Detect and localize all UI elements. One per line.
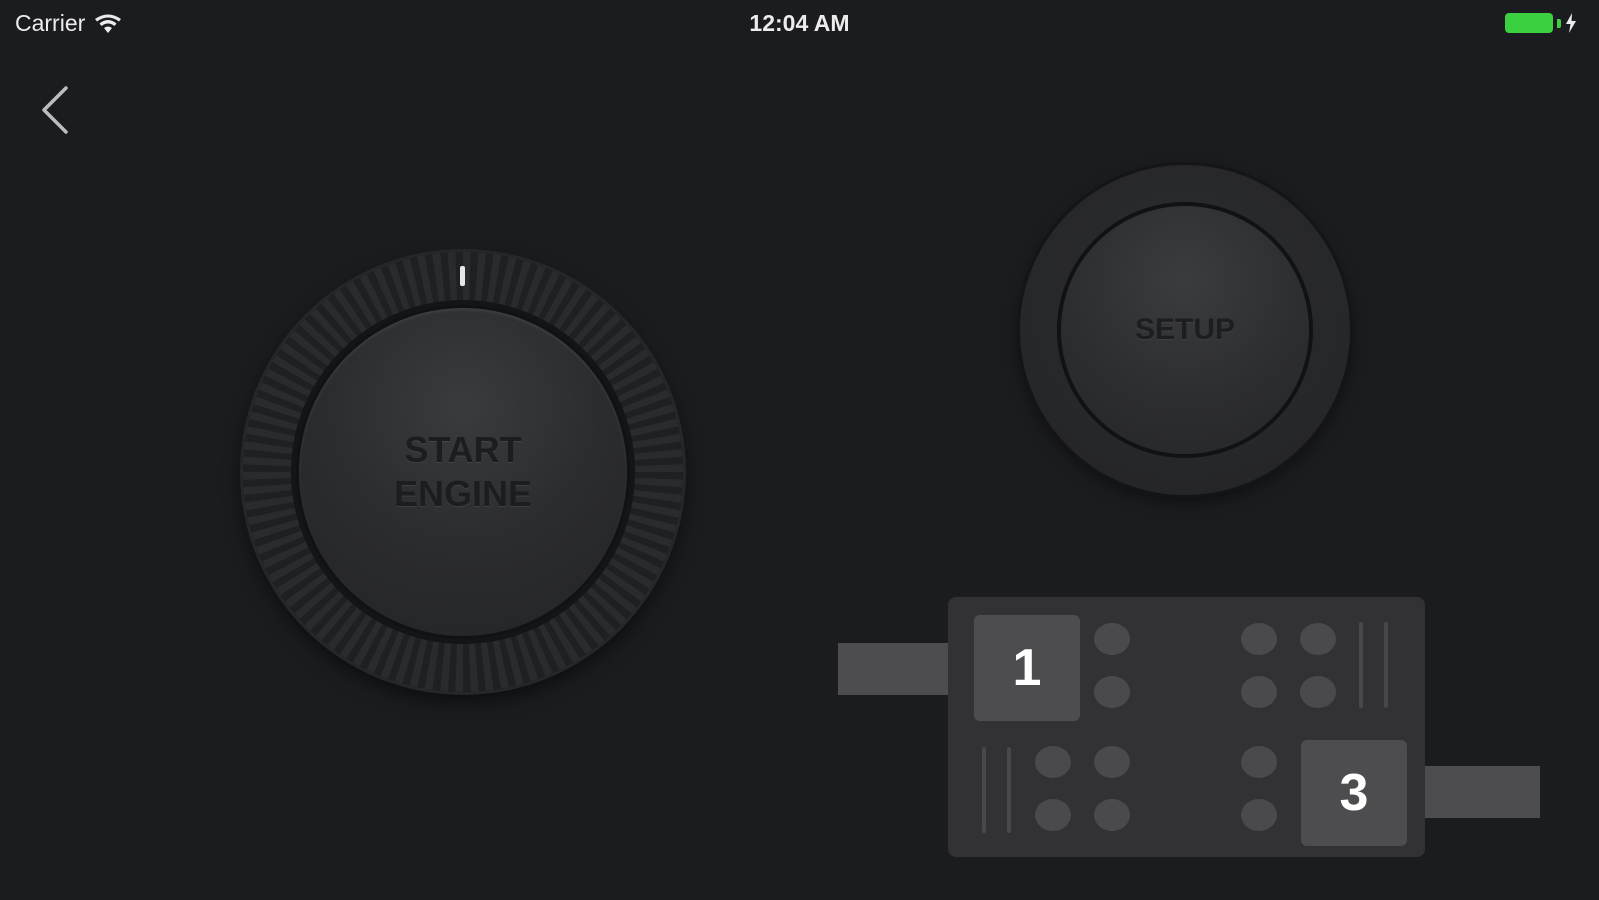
start-engine-button[interactable]: START ENGINE [299,308,627,636]
gear-dot [1035,746,1071,778]
battery-icon [1505,13,1553,33]
gear-dot [1241,676,1277,708]
charging-bolt-icon [1566,13,1576,33]
dial-indicator-mark [460,266,465,286]
gear-dot [1094,746,1130,778]
gear-line [982,747,986,833]
battery-indicator [1505,13,1577,33]
setup-label: SETUP [1134,313,1236,346]
status-time: 12:04 AM [749,10,850,36]
battery-tip [1557,18,1561,28]
back-button[interactable] [30,80,80,140]
gear-dot [1300,623,1336,655]
setup-ring: SETUP [1020,165,1350,495]
gear-dot [1094,676,1130,708]
gear-line [1384,622,1388,708]
start-label-line2: ENGINE [393,473,533,514]
gear-dot [1241,746,1277,778]
gear-dot [1241,799,1277,831]
app-screen: Carrier 12:04 AM START ENGINE SETUP 1 3 [0,0,1599,900]
setup-button[interactable]: SETUP [1061,206,1309,454]
gear-dot [1300,676,1336,708]
gear-dot [1241,623,1277,655]
gear-dot [1035,799,1071,831]
gear-3-label: 3 [1339,764,1369,822]
engine-dial[interactable]: START ENGINE [243,252,683,692]
gear-1-button[interactable]: 1 [974,615,1080,721]
gear-line [1359,622,1363,708]
gear-3-button[interactable]: 3 [1301,740,1407,846]
gear-1-label: 1 [1012,639,1042,697]
gear-line [1007,747,1011,833]
start-label-line1: START [404,429,522,470]
gear-dot [1094,623,1130,655]
gear-dot [1094,799,1130,831]
chevron-left-icon [42,86,68,134]
